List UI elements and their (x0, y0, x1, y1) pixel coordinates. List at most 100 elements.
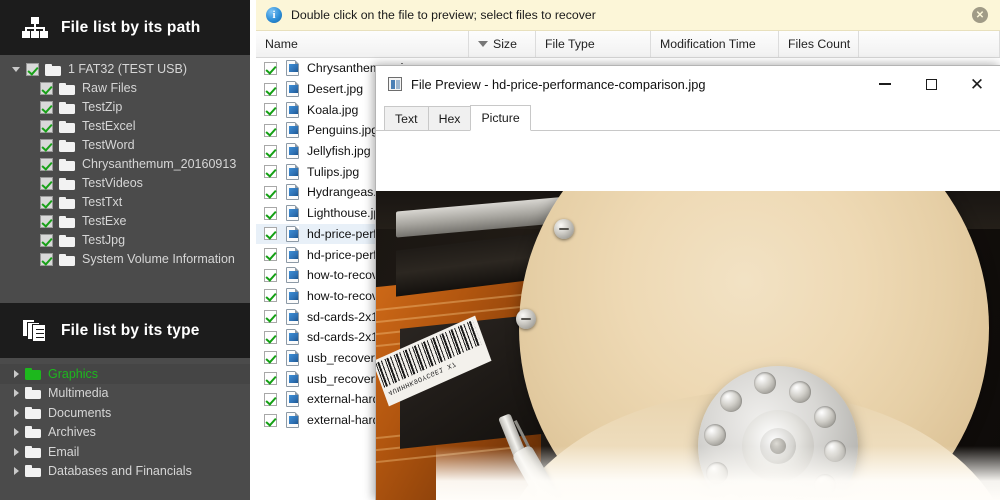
checkbox[interactable] (264, 392, 277, 406)
path-panel-title: File list by its path (61, 18, 201, 36)
checkbox[interactable] (264, 82, 277, 96)
folder-icon (25, 426, 41, 439)
tree-item-testexcel[interactable]: TestExcel (0, 117, 250, 136)
checkbox[interactable] (264, 351, 277, 365)
tree-item-system-volume-information[interactable]: System Volume Information (0, 250, 250, 269)
checkbox[interactable] (264, 123, 277, 137)
checkbox[interactable] (40, 158, 53, 171)
jpg-file-icon (286, 349, 299, 366)
column-file-type[interactable]: File Type (536, 31, 651, 57)
checkbox[interactable] (40, 234, 53, 247)
type-item-archives[interactable]: Archives (0, 423, 250, 443)
chevron-right-icon[interactable] (14, 389, 19, 398)
checkbox[interactable] (40, 82, 53, 95)
close-button[interactable]: ✕ (954, 67, 1000, 102)
checkbox[interactable] (264, 185, 277, 199)
tree-item-label: Chrysanthemum_20160913 (82, 157, 237, 171)
folder-icon (25, 465, 41, 478)
file-name: Penguins.jpg (307, 123, 379, 138)
type-item-email[interactable]: Email (0, 442, 250, 462)
close-icon[interactable]: ✕ (972, 7, 988, 23)
checkbox[interactable] (264, 144, 277, 158)
tree-item-testtxt[interactable]: TestTxt (0, 193, 250, 212)
notice-text: Double click on the file to preview; sel… (291, 8, 596, 22)
tree-item-raw-files[interactable]: Raw Files (0, 79, 250, 98)
checkbox[interactable] (40, 196, 53, 209)
jpg-file-icon (286, 287, 299, 304)
chevron-right-icon[interactable] (14, 369, 19, 378)
chevron-right-icon[interactable] (14, 428, 19, 437)
type-item-label: Email (48, 444, 80, 459)
checkbox[interactable] (264, 61, 277, 75)
checkbox[interactable] (264, 330, 277, 344)
tree-item-label: TestVideos (82, 176, 143, 190)
file-preview-window: File Preview - hd-price-performance-comp… (375, 65, 1000, 500)
preview-title-bar[interactable]: File Preview - hd-price-performance-comp… (376, 66, 1000, 102)
tree-item-testexe[interactable]: TestExe (0, 212, 250, 231)
tree-item-label: TestTxt (82, 195, 123, 209)
column-files-count[interactable]: Files Count (779, 31, 859, 57)
tree-item-label: TestWord (82, 138, 135, 152)
tree-item-root[interactable]: 1 FAT32 (TEST USB) (0, 60, 250, 79)
preview-whitespace (376, 131, 1000, 191)
column-name[interactable]: Name (256, 31, 469, 57)
tree-item-label: TestExe (82, 214, 127, 228)
tab-label: Text (395, 111, 418, 126)
checkbox[interactable] (264, 248, 277, 262)
tab-text[interactable]: Text (384, 106, 429, 130)
checkbox[interactable] (40, 177, 53, 190)
maximize-button[interactable] (908, 67, 954, 102)
folder-icon (59, 253, 75, 266)
column-size[interactable]: Size (469, 31, 536, 57)
checkbox[interactable] (264, 103, 277, 117)
preview-window-title: File Preview - hd-price-performance-comp… (411, 76, 706, 92)
jpg-file-icon (286, 267, 299, 284)
checkbox[interactable] (264, 165, 277, 179)
checkbox[interactable] (40, 215, 53, 228)
type-item-label: Archives (48, 425, 96, 440)
jpg-file-icon (286, 308, 299, 325)
checkbox[interactable] (264, 268, 277, 282)
tab-picture[interactable]: Picture (470, 105, 531, 131)
hierarchy-icon (22, 16, 48, 39)
preview-body: 4UNHHK9OYCGE1 X7 (376, 131, 1000, 500)
tab-hex[interactable]: Hex (427, 106, 472, 130)
column-modification-time[interactable]: Modification Time (651, 31, 779, 57)
file-name: hd-price-perfo (307, 226, 384, 241)
tab-label: Hex (438, 111, 461, 126)
type-item-multimedia[interactable]: Multimedia (0, 384, 250, 404)
checkbox[interactable] (40, 139, 53, 152)
info-icon: i (266, 7, 282, 23)
checkbox[interactable] (264, 206, 277, 220)
tree-item-testjpg[interactable]: TestJpg (0, 231, 250, 250)
checkbox[interactable] (40, 120, 53, 133)
checkbox[interactable] (264, 310, 277, 324)
checkbox[interactable] (264, 372, 277, 386)
checkbox[interactable] (40, 253, 53, 266)
type-panel-header: File list by its type (0, 303, 250, 358)
chevron-right-icon[interactable] (14, 408, 19, 417)
type-item-databases-and-financials[interactable]: Databases and Financials (0, 462, 250, 482)
column-label: Files Count (788, 37, 851, 51)
checkbox[interactable] (26, 63, 39, 76)
type-item-graphics[interactable]: Graphics (0, 364, 250, 384)
tree-item-testzip[interactable]: TestZip (0, 98, 250, 117)
folder-icon (59, 101, 75, 114)
tree-item-testvideos[interactable]: TestVideos (0, 174, 250, 193)
checkbox[interactable] (264, 289, 277, 303)
file-name: how-to-recove (307, 268, 385, 283)
tree-item-chrysanthemum[interactable]: Chrysanthemum_20160913 (0, 155, 250, 174)
chevron-right-icon[interactable] (14, 447, 19, 456)
checkbox[interactable] (264, 413, 277, 427)
chevron-down-icon[interactable] (12, 67, 20, 72)
chevron-right-icon[interactable] (14, 467, 19, 476)
minimize-button[interactable] (862, 67, 908, 102)
tree-item-label: TestZip (82, 100, 123, 114)
type-item-documents[interactable]: Documents (0, 403, 250, 423)
column-label: Modification Time (660, 37, 756, 51)
checkbox[interactable] (264, 227, 277, 241)
checkbox[interactable] (40, 101, 53, 114)
folder-icon (59, 215, 75, 228)
path-panel-header: File list by its path (0, 0, 250, 55)
tree-item-testword[interactable]: TestWord (0, 136, 250, 155)
